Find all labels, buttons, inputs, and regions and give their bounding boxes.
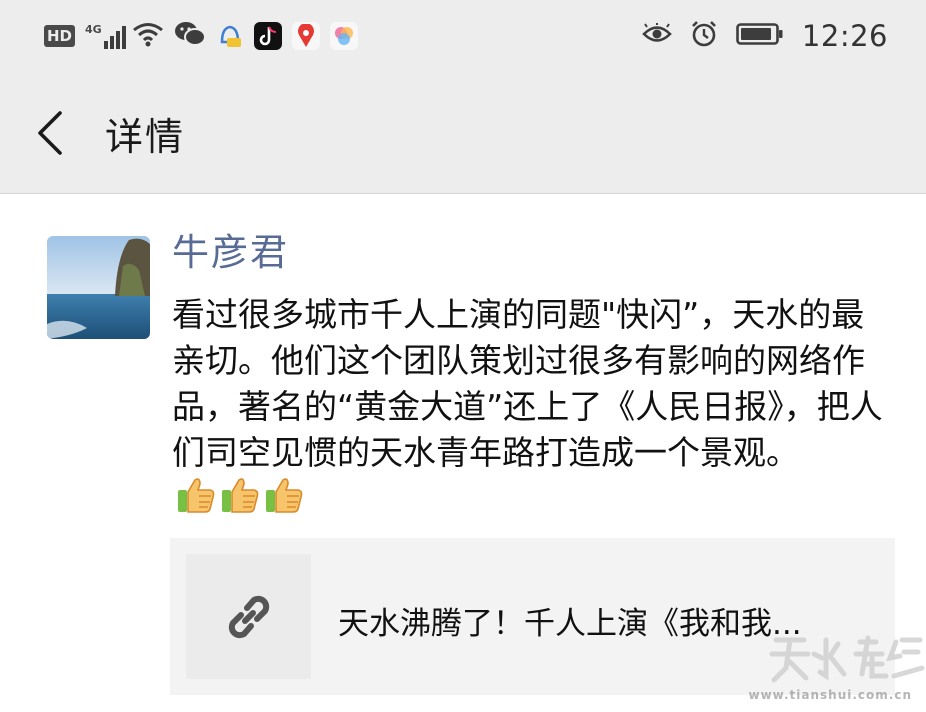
chevron-left-icon: [38, 111, 62, 155]
alarm-icon: [690, 20, 718, 52]
status-right: 12:26: [624, 0, 888, 72]
network-type-label: 4G: [85, 23, 102, 36]
tiktok-icon: [253, 22, 282, 50]
nav-bar: 详情: [0, 72, 926, 194]
gallery-app-icon: [329, 22, 358, 50]
post-text: 看过很多城市千人上演的同题"快闪”，天水的最亲切。他们这个团队策划过很多有影响的…: [172, 292, 892, 522]
wifi-icon: [132, 21, 164, 51]
map-pin-app-icon: [291, 22, 320, 50]
avatar[interactable]: [47, 236, 150, 339]
page-title: 详情: [105, 115, 186, 159]
status-left: HD 4G: [44, 0, 368, 72]
link-icon: [228, 595, 269, 638]
eye-icon: [642, 22, 672, 49]
clock-time: 12:26: [801, 19, 888, 53]
wechat-icon: [174, 20, 206, 52]
battery-icon: [736, 22, 784, 50]
post-body-text: 看过很多城市千人上演的同题"快闪”，天水的最亲切。他们这个团队策划过很多有影响的…: [172, 295, 883, 472]
hd-icon: HD: [44, 25, 76, 47]
signal-icon: 4G: [85, 23, 126, 49]
thumbs-up-icon: [178, 478, 215, 513]
link-card[interactable]: 天水沸腾了！千人上演《我和我...: [170, 538, 895, 695]
link-title: 天水沸腾了！千人上演《我和我...: [338, 606, 802, 642]
post-author[interactable]: 牛彦君: [172, 222, 289, 276]
thumbs-up-icon: [266, 478, 303, 513]
link-thumbnail: [186, 554, 311, 679]
thumbs-up-group: [176, 476, 304, 514]
thumbs-up-icon: [222, 478, 259, 513]
status-bar: HD 4G 12:26: [0, 0, 926, 72]
notification-app-icon: [216, 22, 244, 50]
back-button[interactable]: [30, 108, 74, 158]
